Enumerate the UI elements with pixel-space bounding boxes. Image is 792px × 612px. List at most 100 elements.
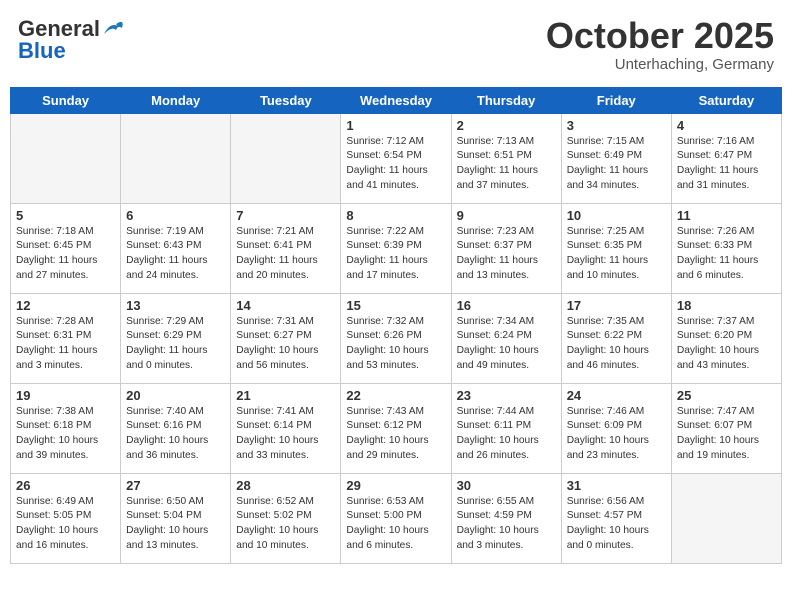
- day-of-week-monday: Monday: [121, 87, 231, 113]
- month-title: October 2025: [546, 16, 774, 56]
- day-number: 2: [457, 118, 556, 133]
- day-info: Sunrise: 7:43 AM Sunset: 6:12 PM Dayligh…: [346, 405, 445, 464]
- day-number: 5: [16, 208, 115, 223]
- calendar-cell: 25Sunrise: 7:47 AM Sunset: 6:07 PM Dayli…: [671, 383, 781, 473]
- calendar-cell: 23 Sunrise: 7:44 AM Sunset: 6:11 PM Dayli…: [451, 383, 561, 473]
- day-number: 15: [346, 298, 445, 313]
- day-number: 10: [567, 208, 666, 223]
- location: Unterhaching, Germany: [546, 56, 774, 73]
- calendar-cell: 21 Sunrise: 7:41 AM Sunset: 6:14 PM Dayli…: [231, 383, 341, 473]
- day-info: Sunrise: 7:35 AM Sunset: 6:22 PM Dayligh…: [567, 315, 666, 374]
- calendar-cell: 13 Sunrise: 7:29 AM Sunset: 6:29 PM Dayli…: [121, 293, 231, 383]
- calendar-cell: 19Sunrise: 7:38 AM Sunset: 6:18 PM Dayli…: [11, 383, 121, 473]
- day-of-week-thursday: Thursday: [451, 87, 561, 113]
- day-number: 27: [126, 478, 225, 493]
- day-info: Sunrise: 7:18 AM Sunset: 6:45 PM Dayligh…: [16, 225, 115, 284]
- calendar-cell: 7 Sunrise: 7:21 AM Sunset: 6:41 PM Daylig…: [231, 203, 341, 293]
- calendar-cell: 3 Sunrise: 7:15 AM Sunset: 6:49 PM Daylig…: [561, 113, 671, 203]
- day-info: Sunrise: 6:56 AM Sunset: 4:57 PM Dayligh…: [567, 495, 666, 554]
- day-info: Sunrise: 6:50 AM Sunset: 5:04 PM Dayligh…: [126, 495, 225, 554]
- page-header: General Blue October 2025 Unterhaching, …: [10, 10, 782, 79]
- day-number: 7: [236, 208, 335, 223]
- day-of-week-wednesday: Wednesday: [341, 87, 451, 113]
- calendar-cell: 16 Sunrise: 7:34 AM Sunset: 6:24 PM Dayli…: [451, 293, 561, 383]
- day-info: Sunrise: 7:46 AM Sunset: 6:09 PM Dayligh…: [567, 405, 666, 464]
- day-info: Sunrise: 7:47 AM Sunset: 6:07 PM Dayligh…: [677, 405, 776, 464]
- day-number: 31: [567, 478, 666, 493]
- calendar-cell: 2Sunrise: 7:13 AM Sunset: 6:51 PM Daylig…: [451, 113, 561, 203]
- day-info: Sunrise: 7:25 AM Sunset: 6:35 PM Dayligh…: [567, 225, 666, 284]
- day-number: 26: [16, 478, 115, 493]
- calendar-week-1: 1Sunrise: 7:12 AM Sunset: 6:54 PM Daylig…: [11, 113, 782, 203]
- day-number: 13: [126, 298, 225, 313]
- calendar-cell: 27 Sunrise: 6:50 AM Sunset: 5:04 PM Dayli…: [121, 473, 231, 563]
- day-info: Sunrise: 7:12 AM Sunset: 6:54 PM Dayligh…: [346, 135, 445, 194]
- calendar-cell: 8 Sunrise: 7:22 AM Sunset: 6:39 PM Daylig…: [341, 203, 451, 293]
- day-number: 6: [126, 208, 225, 223]
- calendar-header-row: SundayMondayTuesdayWednesdayThursdayFrid…: [11, 87, 782, 113]
- day-info: Sunrise: 7:37 AM Sunset: 6:20 PM Dayligh…: [677, 315, 776, 374]
- calendar-cell: 14 Sunrise: 7:31 AM Sunset: 6:27 PM Dayli…: [231, 293, 341, 383]
- calendar-cell: 11Sunrise: 7:26 AM Sunset: 6:33 PM Dayli…: [671, 203, 781, 293]
- calendar-cell: 24 Sunrise: 7:46 AM Sunset: 6:09 PM Dayli…: [561, 383, 671, 473]
- calendar-cell: 30Sunrise: 6:55 AM Sunset: 4:59 PM Dayli…: [451, 473, 561, 563]
- day-number: 17: [567, 298, 666, 313]
- calendar-table: SundayMondayTuesdayWednesdayThursdayFrid…: [10, 87, 782, 564]
- day-number: 22: [346, 388, 445, 403]
- title-block: October 2025 Unterhaching, Germany: [546, 16, 774, 73]
- calendar-cell: [231, 113, 341, 203]
- day-info: Sunrise: 7:15 AM Sunset: 6:49 PM Dayligh…: [567, 135, 666, 194]
- calendar-cell: 9Sunrise: 7:23 AM Sunset: 6:37 PM Daylig…: [451, 203, 561, 293]
- day-info: Sunrise: 6:55 AM Sunset: 4:59 PM Dayligh…: [457, 495, 556, 554]
- calendar-cell: 18Sunrise: 7:37 AM Sunset: 6:20 PM Dayli…: [671, 293, 781, 383]
- day-info: Sunrise: 6:52 AM Sunset: 5:02 PM Dayligh…: [236, 495, 335, 554]
- calendar-cell: [121, 113, 231, 203]
- day-number: 14: [236, 298, 335, 313]
- day-info: Sunrise: 7:32 AM Sunset: 6:26 PM Dayligh…: [346, 315, 445, 374]
- logo: General Blue: [18, 16, 124, 64]
- day-info: Sunrise: 7:29 AM Sunset: 6:29 PM Dayligh…: [126, 315, 225, 374]
- day-number: 3: [567, 118, 666, 133]
- day-info: Sunrise: 7:21 AM Sunset: 6:41 PM Dayligh…: [236, 225, 335, 284]
- day-number: 8: [346, 208, 445, 223]
- day-info: Sunrise: 7:38 AM Sunset: 6:18 PM Dayligh…: [16, 405, 115, 464]
- calendar-cell: 12Sunrise: 7:28 AM Sunset: 6:31 PM Dayli…: [11, 293, 121, 383]
- calendar-cell: 1Sunrise: 7:12 AM Sunset: 6:54 PM Daylig…: [341, 113, 451, 203]
- day-number: 16: [457, 298, 556, 313]
- calendar-cell: 5 Sunrise: 7:18 AM Sunset: 6:45 PM Daylig…: [11, 203, 121, 293]
- logo-bird-icon: [102, 20, 124, 36]
- calendar-cell: 29Sunrise: 6:53 AM Sunset: 5:00 PM Dayli…: [341, 473, 451, 563]
- calendar-cell: 17 Sunrise: 7:35 AM Sunset: 6:22 PM Dayli…: [561, 293, 671, 383]
- day-number: 29: [346, 478, 445, 493]
- day-info: Sunrise: 6:49 AM Sunset: 5:05 PM Dayligh…: [16, 495, 115, 554]
- day-info: Sunrise: 7:34 AM Sunset: 6:24 PM Dayligh…: [457, 315, 556, 374]
- day-of-week-friday: Friday: [561, 87, 671, 113]
- day-number: 23: [457, 388, 556, 403]
- day-number: 21: [236, 388, 335, 403]
- day-number: 28: [236, 478, 335, 493]
- day-info: Sunrise: 7:44 AM Sunset: 6:11 PM Dayligh…: [457, 405, 556, 464]
- day-number: 20: [126, 388, 225, 403]
- day-info: Sunrise: 7:22 AM Sunset: 6:39 PM Dayligh…: [346, 225, 445, 284]
- calendar-cell: 6Sunrise: 7:19 AM Sunset: 6:43 PM Daylig…: [121, 203, 231, 293]
- calendar-cell: 20 Sunrise: 7:40 AM Sunset: 6:16 PM Dayli…: [121, 383, 231, 473]
- calendar-week-5: 26 Sunrise: 6:49 AM Sunset: 5:05 PM Dayli…: [11, 473, 782, 563]
- day-info: Sunrise: 7:41 AM Sunset: 6:14 PM Dayligh…: [236, 405, 335, 464]
- calendar-cell: 15 Sunrise: 7:32 AM Sunset: 6:26 PM Dayli…: [341, 293, 451, 383]
- day-of-week-tuesday: Tuesday: [231, 87, 341, 113]
- calendar-cell: 26 Sunrise: 6:49 AM Sunset: 5:05 PM Dayli…: [11, 473, 121, 563]
- day-number: 4: [677, 118, 776, 133]
- day-info: Sunrise: 7:23 AM Sunset: 6:37 PM Dayligh…: [457, 225, 556, 284]
- logo-blue: Blue: [18, 38, 66, 64]
- day-info: Sunrise: 7:31 AM Sunset: 6:27 PM Dayligh…: [236, 315, 335, 374]
- day-info: Sunrise: 7:28 AM Sunset: 6:31 PM Dayligh…: [16, 315, 115, 374]
- day-info: Sunrise: 7:26 AM Sunset: 6:33 PM Dayligh…: [677, 225, 776, 284]
- day-of-week-sunday: Sunday: [11, 87, 121, 113]
- day-info: Sunrise: 7:40 AM Sunset: 6:16 PM Dayligh…: [126, 405, 225, 464]
- calendar-week-3: 12Sunrise: 7:28 AM Sunset: 6:31 PM Dayli…: [11, 293, 782, 383]
- calendar-cell: [671, 473, 781, 563]
- calendar-cell: [11, 113, 121, 203]
- calendar-cell: 4Sunrise: 7:16 AM Sunset: 6:47 PM Daylig…: [671, 113, 781, 203]
- calendar-cell: 10 Sunrise: 7:25 AM Sunset: 6:35 PM Dayli…: [561, 203, 671, 293]
- day-number: 24: [567, 388, 666, 403]
